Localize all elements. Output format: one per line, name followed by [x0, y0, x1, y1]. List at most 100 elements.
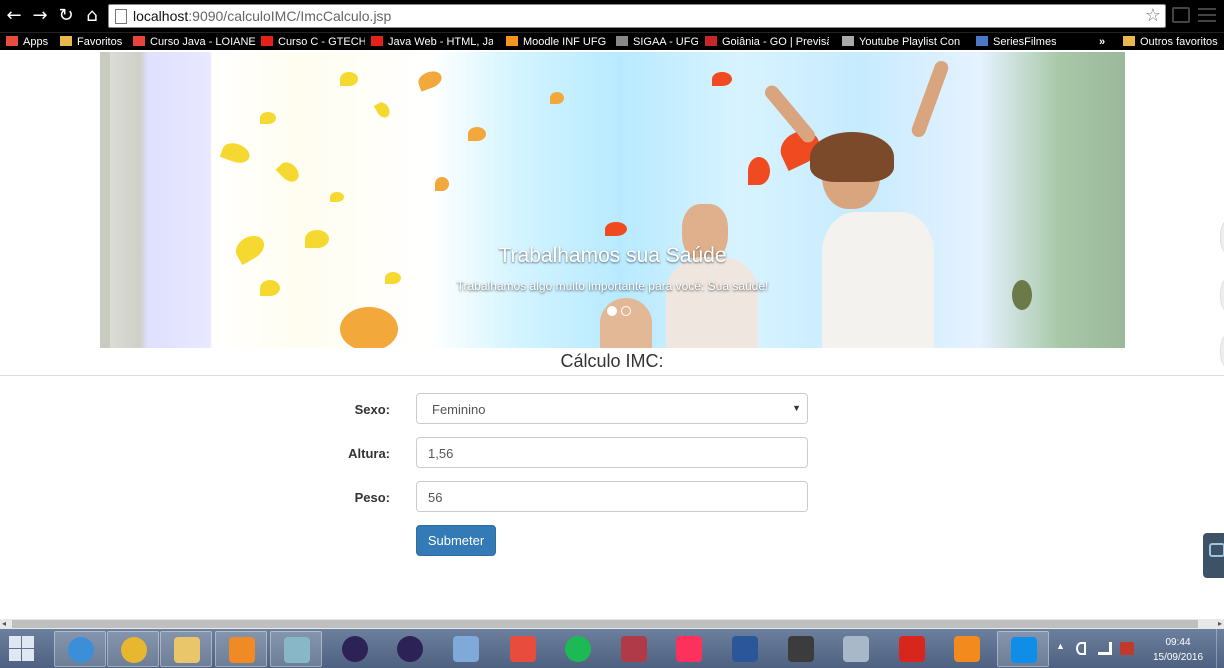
reload-icon[interactable]: ↻ — [56, 6, 76, 26]
taskbar-file-explorer-button[interactable] — [160, 631, 212, 667]
windows-start-icon[interactable] — [8, 635, 36, 662]
petal-decoration — [340, 72, 358, 86]
bookmark-moodle[interactable]: Moodle INF UFG — [506, 34, 610, 50]
scroll-left-arrow-icon[interactable]: ◂ — [2, 619, 6, 628]
url-text: localhost:9090/calculoIMC/ImcCalculo.jsp — [133, 8, 391, 24]
taskbar-teamviewer-button[interactable] — [997, 631, 1049, 667]
carousel-caption-text: Trabalhamos algo muito importante para v… — [456, 279, 769, 293]
taskbar-intellij-button[interactable] — [663, 631, 715, 667]
height-input[interactable]: 1,56 — [416, 437, 808, 468]
horizontal-scrollbar[interactable]: ◂ ▸ — [0, 619, 1224, 629]
home-icon[interactable]: ⌂ — [82, 6, 102, 26]
bookmark-curso-java[interactable]: Curso Java - LOIANE — [133, 34, 257, 50]
url-path: :9090/calculoIMC/ImcCalculo.jsp — [188, 8, 392, 24]
tray-expand-arrow-icon[interactable]: ▲ — [1056, 641, 1065, 651]
edge-button[interactable] — [1220, 222, 1224, 252]
extension-icon[interactable] — [1172, 7, 1190, 23]
menu-icon[interactable] — [1198, 8, 1216, 22]
taskbar-pdf-tool-button[interactable] — [941, 631, 993, 667]
taskbar-eclipse-2-button[interactable] — [384, 631, 436, 667]
show-desktop-button[interactable] — [1216, 629, 1224, 668]
taskbar-virtualbox-button[interactable] — [440, 631, 492, 667]
sex-select-value: Feminino — [432, 402, 486, 417]
clock-date[interactable]: 15/09/2016 — [1146, 652, 1210, 663]
scrollbar-thumb[interactable] — [12, 620, 1198, 628]
calculator-icon — [843, 636, 869, 662]
petal-decoration — [712, 72, 732, 86]
office-tiles-icon — [510, 636, 536, 662]
forward-arrow-icon[interactable]: → — [30, 6, 50, 26]
youtube-icon — [371, 36, 383, 46]
youtube-icon — [261, 36, 273, 46]
carousel-indicator-1[interactable] — [607, 306, 617, 316]
bookmark-label: Youtube Playlist Con — [859, 36, 961, 48]
bookmark-label: Java Web - HTML, Ja — [388, 36, 493, 48]
bookmark-goiania[interactable]: Goiânia - GO | Previsã — [705, 34, 829, 50]
carousel-indicator-2[interactable] — [621, 306, 631, 316]
bookmark-curso-c[interactable]: Curso C - GTECH — [261, 34, 365, 50]
dropdown-arrow-icon: ▼ — [792, 403, 801, 413]
petal-decoration — [605, 222, 627, 236]
taskbar-internet-explorer-button[interactable] — [54, 631, 106, 667]
height-label: Altura: — [348, 446, 390, 461]
weight-input[interactable]: 56 — [416, 481, 808, 512]
browser-toolbar: ← → ↻ ⌂ localhost:9090/calculoIMC/ImcCal… — [0, 0, 1224, 32]
eclipse-icon — [342, 636, 368, 662]
sex-label: Sexo: — [354, 402, 390, 417]
bookmark-label: SeriesFilmes — [993, 36, 1056, 48]
taskbar-spotify-button[interactable] — [552, 631, 604, 667]
person-figure — [909, 59, 951, 139]
bookmarks-bar: Apps Favoritos Curso Java - LOIANE Curso… — [0, 32, 1224, 50]
word-icon — [732, 636, 758, 662]
address-bar[interactable]: localhost:9090/calculoIMC/ImcCalculo.jsp… — [108, 4, 1166, 28]
bookmark-label: Curso C - GTECH — [278, 36, 365, 48]
url-host: localhost — [133, 8, 189, 24]
speaker-icon[interactable] — [1076, 642, 1086, 655]
moodle-icon — [506, 36, 518, 46]
internet-explorer-icon — [68, 637, 94, 663]
weather-icon — [705, 36, 717, 46]
petal-decoration — [748, 157, 770, 185]
scroll-right-arrow-icon[interactable]: ▸ — [1218, 619, 1222, 628]
submit-button[interactable]: Submeter — [416, 525, 496, 556]
bookmark-java-web[interactable]: Java Web - HTML, Ja — [371, 34, 493, 50]
acrobat-icon — [899, 636, 925, 662]
teamviewer-widget-icon[interactable] — [1203, 533, 1224, 578]
taskbar-chrome-button[interactable] — [107, 631, 159, 667]
eclipse-2-icon — [397, 636, 423, 662]
apps-grid-icon — [6, 36, 18, 46]
petal-decoration — [373, 100, 393, 120]
clock-time[interactable]: 09:44 — [1150, 637, 1206, 648]
taskbar-notepad-button[interactable] — [270, 631, 322, 667]
taskbar-calculator-button[interactable] — [830, 631, 882, 667]
edge-button[interactable] — [1220, 280, 1224, 310]
action-center-icon[interactable] — [1120, 642, 1134, 655]
back-arrow-icon[interactable]: ← — [4, 6, 24, 26]
taskbar-media-player-button[interactable] — [215, 631, 267, 667]
bookmarks-overflow-button[interactable]: » — [1099, 34, 1113, 50]
taskbar-acrobat-button[interactable] — [886, 631, 938, 667]
network-icon[interactable] — [1098, 642, 1112, 655]
hero-carousel[interactable]: Trabalhamos sua Saúde Trabalhamos algo m… — [100, 52, 1125, 348]
taskbar-eclipse-button[interactable] — [329, 631, 381, 667]
virtualbox-icon — [453, 636, 479, 662]
taskbar-anki-button[interactable] — [608, 631, 660, 667]
taskbar-word-button[interactable] — [719, 631, 771, 667]
bookmark-label: SIGAA - UFG — [633, 36, 698, 48]
bookmark-sigaa[interactable]: SIGAA - UFG — [616, 34, 698, 50]
taskbar: ▲ 09:44 15/09/2016 — [0, 629, 1224, 668]
bookmark-favoritos[interactable]: Favoritos — [60, 34, 130, 50]
other-bookmarks-folder[interactable]: Outros favoritos — [1123, 34, 1224, 50]
bookmark-seriesfilmes[interactable]: SeriesFilmes — [976, 34, 1056, 50]
bookmark-apps[interactable]: Apps — [6, 34, 54, 50]
teamviewer-icon — [1011, 637, 1037, 663]
pdf-tool-icon — [954, 636, 980, 662]
bookmark-label: Moodle INF UFG — [523, 36, 607, 48]
sex-select[interactable]: Feminino ▼ — [416, 393, 808, 424]
page-title: Cálculo IMC: — [560, 351, 664, 371]
music-icon — [842, 36, 854, 46]
taskbar-terminal-button[interactable] — [775, 631, 827, 667]
taskbar-office-tiles-button[interactable] — [497, 631, 549, 667]
bookmark-youtube-playlist[interactable]: Youtube Playlist Con — [842, 34, 964, 50]
bookmark-star-icon[interactable]: ☆ — [1145, 5, 1161, 26]
